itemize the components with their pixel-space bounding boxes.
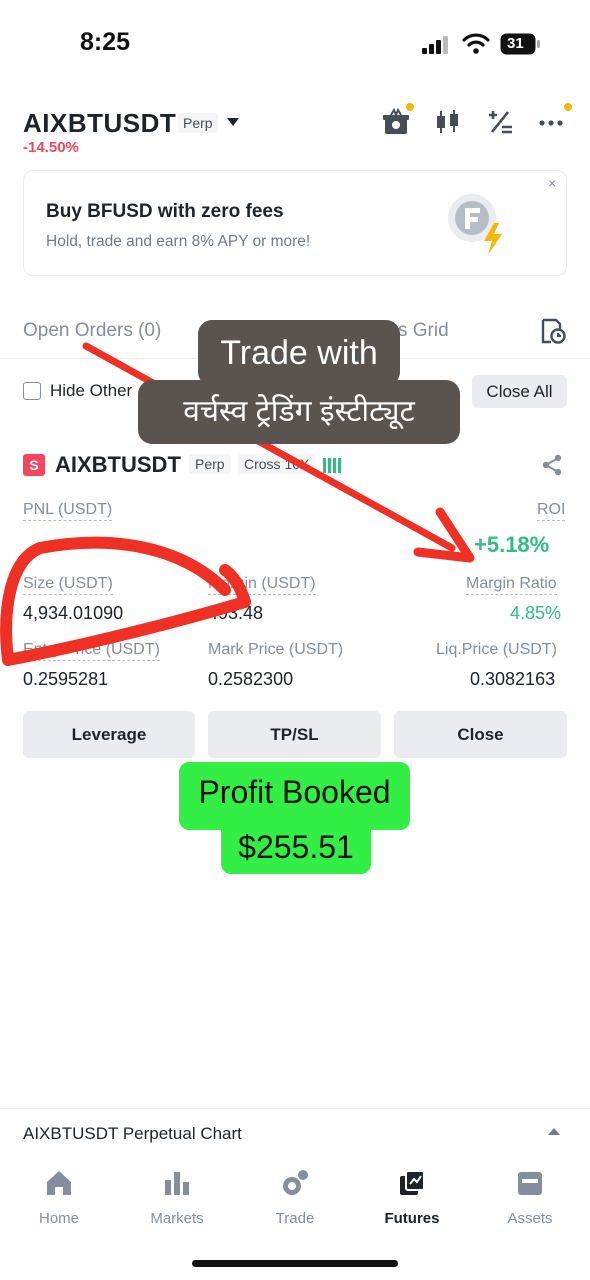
mark-price-value: 0.2582300 bbox=[208, 669, 294, 689]
margin-label[interactable]: Margin (USDT) bbox=[208, 575, 316, 595]
banner-subtitle: Hold, trade and earn 8% APY or more! bbox=[46, 233, 311, 250]
pair-symbol[interactable]: AIXBTUSDT bbox=[23, 108, 176, 139]
chart-drawer-title[interactable]: AIXBTUSDT Perpetual Chart bbox=[23, 1124, 242, 1144]
hide-other-label[interactable]: Hide Other bbox=[50, 381, 132, 401]
nav-assets[interactable]: Assets bbox=[482, 1168, 578, 1227]
home-icon bbox=[47, 1171, 71, 1195]
share-icon[interactable] bbox=[540, 453, 564, 477]
cellular-signal-icon bbox=[422, 36, 448, 54]
nav-trade[interactable]: Trade bbox=[247, 1168, 343, 1227]
close-position-button[interactable]: Close bbox=[394, 711, 567, 758]
promo-overlay-line1: Trade with bbox=[198, 320, 400, 386]
chart-divider bbox=[0, 1108, 590, 1109]
notification-dot bbox=[564, 103, 572, 111]
liq-price-label: Liq.Price (USDT) bbox=[436, 641, 557, 658]
bfusd-coin-icon bbox=[448, 194, 502, 255]
short-side-badge: S bbox=[23, 454, 45, 476]
order-history-icon[interactable] bbox=[540, 318, 566, 344]
nav-label: Futures bbox=[384, 1210, 440, 1227]
margin-value: 493.48 bbox=[208, 603, 264, 623]
pnl-label[interactable]: PNL (USDT) bbox=[23, 501, 113, 521]
entry-price-label[interactable]: Entry Price (USDT) bbox=[23, 641, 160, 661]
profit-overlay-amount: $255.51 bbox=[221, 820, 371, 874]
nav-label: Markets bbox=[150, 1210, 204, 1227]
status-time: 8:25 bbox=[80, 28, 131, 56]
promo-overlay-line2: वर्चस्व ट्रेडिंग इंस्टीट्यूट bbox=[138, 380, 460, 444]
gift-icon[interactable] bbox=[382, 108, 410, 136]
banner-title: Buy BFUSD with zero fees bbox=[46, 201, 284, 222]
tab-open-orders[interactable]: Open Orders (0) bbox=[23, 320, 161, 342]
tab-grid[interactable]: s Grid bbox=[398, 320, 449, 342]
candlestick-icon[interactable] bbox=[434, 108, 462, 136]
more-icon[interactable] bbox=[538, 108, 566, 136]
nav-futures[interactable]: Futures bbox=[364, 1168, 460, 1227]
size-value: 4,934.01090 bbox=[23, 603, 124, 623]
assets-icon bbox=[518, 1172, 542, 1195]
position-contract-tag: Perp bbox=[189, 454, 231, 474]
position-margin-tag: Cross 10X bbox=[238, 454, 316, 474]
chevron-up-icon[interactable] bbox=[548, 1128, 560, 1135]
roi-label[interactable]: ROI bbox=[537, 501, 566, 521]
wifi-icon bbox=[462, 33, 490, 54]
futures-icon bbox=[400, 1170, 425, 1195]
markets-icon bbox=[165, 1172, 189, 1195]
calculator-icon[interactable] bbox=[486, 108, 514, 136]
position-symbol[interactable]: AIXBTUSDT bbox=[55, 452, 181, 478]
price-change: -14.50% bbox=[23, 139, 79, 156]
mark-price-label: Mark Price (USDT) bbox=[208, 641, 344, 658]
close-icon[interactable]: × bbox=[548, 175, 556, 191]
margin-ratio-value: 4.85% bbox=[510, 603, 562, 623]
promo-banner[interactable]: Buy BFUSD with zero fees Hold, trade and… bbox=[23, 170, 567, 276]
contract-type-tag: Perp bbox=[178, 113, 218, 133]
nav-label: Trade bbox=[275, 1210, 315, 1227]
adl-bars-icon bbox=[323, 458, 341, 473]
home-indicator[interactable] bbox=[192, 1260, 398, 1267]
tpsl-button[interactable]: TP/SL bbox=[208, 711, 381, 758]
liq-price-value: 0.3082163 bbox=[470, 669, 556, 689]
nav-label: Home bbox=[38, 1210, 79, 1227]
close-all-button[interactable]: Close All bbox=[472, 375, 567, 408]
leverage-button[interactable]: Leverage bbox=[23, 711, 195, 758]
size-label[interactable]: Size (USDT) bbox=[23, 575, 113, 595]
nav-home[interactable]: Home bbox=[11, 1168, 107, 1227]
nav-markets[interactable]: Markets bbox=[129, 1168, 225, 1227]
entry-price-value: 0.2595281 bbox=[23, 669, 109, 689]
hide-other-checkbox[interactable] bbox=[23, 382, 41, 400]
margin-ratio-label[interactable]: Margin Ratio bbox=[466, 575, 557, 595]
trade-icon bbox=[283, 1170, 308, 1195]
roi-value: +5.18% bbox=[474, 532, 550, 557]
annotation-arrowhead bbox=[413, 507, 475, 563]
battery-level: 31 bbox=[507, 35, 524, 52]
chevron-down-icon[interactable] bbox=[227, 118, 239, 126]
nav-label: Assets bbox=[507, 1210, 553, 1227]
battery-icon: 31 bbox=[500, 33, 540, 55]
notification-dot bbox=[406, 103, 414, 111]
